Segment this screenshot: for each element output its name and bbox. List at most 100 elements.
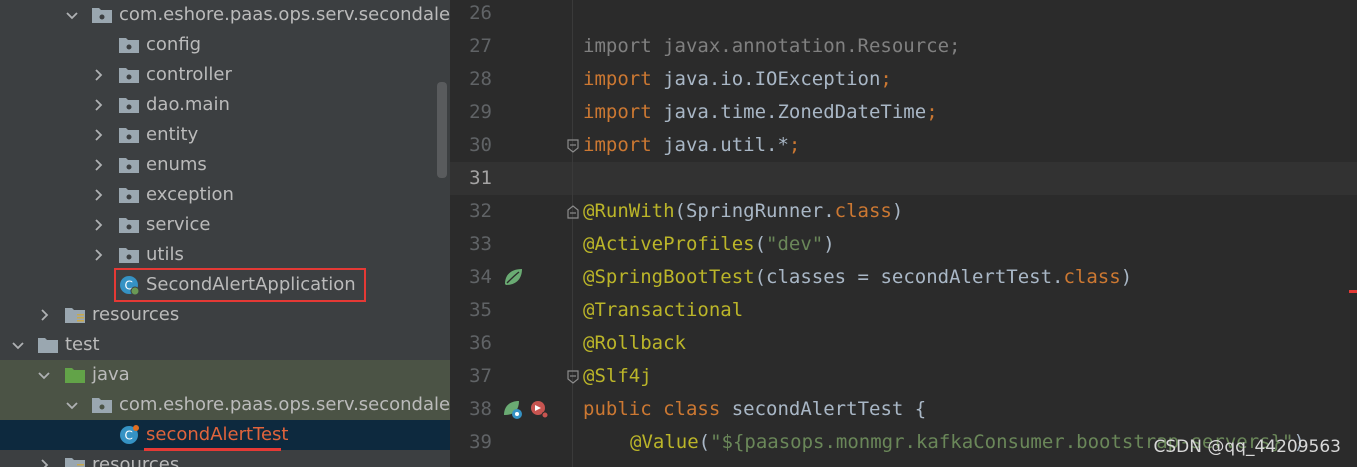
code-text: import java.io.IOException;	[583, 68, 892, 90]
tree-row-test-java[interactable]: java	[0, 360, 450, 390]
code-line-26: 26	[450, 0, 1357, 30]
chevron-right-icon[interactable]	[90, 187, 106, 203]
chevron-down-icon[interactable]	[64, 7, 80, 23]
package-icon	[119, 98, 139, 113]
tree-row-label: exception	[146, 184, 234, 205]
fold-end-icon[interactable]	[567, 370, 579, 384]
tree-row-label: entity	[146, 124, 199, 145]
tree-row-label: config	[146, 34, 202, 55]
code-line-37: 37 @Slf4j	[450, 360, 1357, 393]
tree-row-label: utils	[146, 244, 184, 265]
tree-row-utils[interactable]: utils	[0, 240, 450, 270]
underline-test-class	[144, 448, 281, 451]
tree-row-dao-main[interactable]: dao.main	[0, 90, 450, 120]
tree-row-label: test	[65, 334, 100, 355]
package-icon	[92, 398, 112, 413]
tree-row-config[interactable]: config	[0, 30, 450, 60]
code-text: @SpringBootTest(classes = secondAlertTes…	[583, 266, 1133, 288]
tree-row-entity[interactable]: entity	[0, 120, 450, 150]
package-icon	[119, 158, 139, 173]
tree-row-label: resources	[92, 304, 180, 325]
line-number: 38	[469, 398, 492, 420]
code-line-31: 31	[450, 162, 1357, 195]
code-line-34: 34 @SpringBootTest(classes = secondAlert…	[450, 261, 1357, 294]
line-number: 37	[469, 365, 492, 387]
line-number: 29	[469, 101, 492, 123]
implemented-overridden-gutter-icon[interactable]	[528, 398, 550, 420]
code-text: @Slf4j	[583, 365, 652, 387]
code-line-30: 30 import java.util.*;	[450, 129, 1357, 162]
chevron-down-icon[interactable]	[10, 337, 26, 353]
code-text: @Transactional	[583, 299, 744, 321]
chevron-right-icon[interactable]	[36, 307, 52, 323]
run-test-gutter-icon[interactable]	[502, 398, 524, 420]
package-icon	[119, 218, 139, 233]
tree-row-label: secondAlertTest	[146, 424, 289, 445]
chevron-down-icon[interactable]	[36, 367, 52, 383]
tree-row-resources-test[interactable]: resources	[0, 450, 450, 467]
resources-folder-icon	[65, 458, 85, 467]
tree-row-enums[interactable]: enums	[0, 150, 450, 180]
chevron-right-icon[interactable]	[90, 247, 106, 263]
tree-row-label: resources	[92, 454, 180, 467]
tree-row-service[interactable]: service	[0, 210, 450, 240]
tree-row-label: service	[146, 214, 211, 235]
tree-row-package-main[interactable]: com.eshore.paas.ops.serv.secondaler	[0, 0, 450, 30]
line-number: 35	[469, 299, 492, 321]
tree-row-label: com.eshore.paas.ops.serv.secondaler	[119, 394, 450, 415]
tree-row-controller[interactable]: controller	[0, 60, 450, 90]
tree-row-second-alert-test[interactable]: C secondAlertTest	[0, 420, 450, 450]
code-text: import java.time.ZonedDateTime;	[583, 101, 938, 123]
code-editor[interactable]: 26 27 import javax.annotation.Resource; …	[450, 0, 1357, 467]
code-text: public class secondAlertTest {	[583, 398, 927, 420]
tree-row-label: controller	[146, 64, 232, 85]
line-number: 36	[469, 332, 492, 354]
line-number: 33	[469, 233, 492, 255]
line-number: 27	[469, 35, 492, 57]
tree-row-label: enums	[146, 154, 207, 175]
tree-row-package-test[interactable]: com.eshore.paas.ops.serv.secondaler	[0, 390, 450, 420]
test-source-folder-icon	[65, 368, 85, 383]
code-line-27: 27 import javax.annotation.Resource;	[450, 30, 1357, 63]
package-icon	[119, 128, 139, 143]
svg-text:C: C	[125, 429, 133, 443]
line-number: 26	[469, 2, 492, 24]
package-icon	[119, 188, 139, 203]
resources-folder-icon	[65, 308, 85, 323]
chevron-right-icon[interactable]	[90, 97, 106, 113]
code-text: @Rollback	[583, 332, 686, 354]
chevron-right-icon[interactable]	[90, 67, 106, 83]
chevron-right-icon[interactable]	[36, 457, 52, 467]
underline-class-reference	[1349, 290, 1357, 293]
code-line-32: 32 @RunWith(SpringRunner.class)	[450, 195, 1357, 228]
chevron-down-icon[interactable]	[64, 397, 80, 413]
code-line-35: 35 @Transactional	[450, 294, 1357, 327]
code-text: import java.util.*;	[583, 134, 801, 156]
line-number: 28	[469, 68, 492, 90]
code-line-33: 33 @ActiveProfiles("dev")	[450, 228, 1357, 261]
tree-row-resources-main[interactable]: resources	[0, 300, 450, 330]
csdn-watermark: CSDN @qq_44209563	[1153, 437, 1341, 457]
folder-icon	[38, 338, 58, 353]
code-text: @ActiveProfiles("dev")	[583, 233, 835, 255]
tree-row-test[interactable]: test	[0, 330, 450, 360]
tree-row-exception[interactable]: exception	[0, 180, 450, 210]
spring-bean-gutter-icon[interactable]	[502, 266, 524, 288]
code-text: import javax.annotation.Resource;	[583, 35, 961, 57]
line-number: 30	[469, 134, 492, 156]
package-icon	[119, 38, 139, 53]
code-line-28: 28 import java.io.IOException;	[450, 63, 1357, 96]
line-number: 32	[469, 200, 492, 222]
line-number: 34	[469, 266, 492, 288]
code-line-29: 29 import java.time.ZonedDateTime;	[450, 96, 1357, 129]
line-number: 31	[469, 167, 492, 189]
package-icon	[92, 8, 112, 23]
fold-start-icon[interactable]	[567, 205, 579, 219]
chevron-right-icon[interactable]	[90, 157, 106, 173]
fold-end-icon[interactable]	[567, 139, 579, 153]
class-reference: secondAlertTest	[880, 266, 1053, 288]
code-line-38: 38 public class secondAlertTest {	[450, 393, 1357, 426]
code-text: @RunWith(SpringRunner.class)	[583, 200, 904, 222]
chevron-right-icon[interactable]	[90, 127, 106, 143]
chevron-right-icon[interactable]	[90, 217, 106, 233]
